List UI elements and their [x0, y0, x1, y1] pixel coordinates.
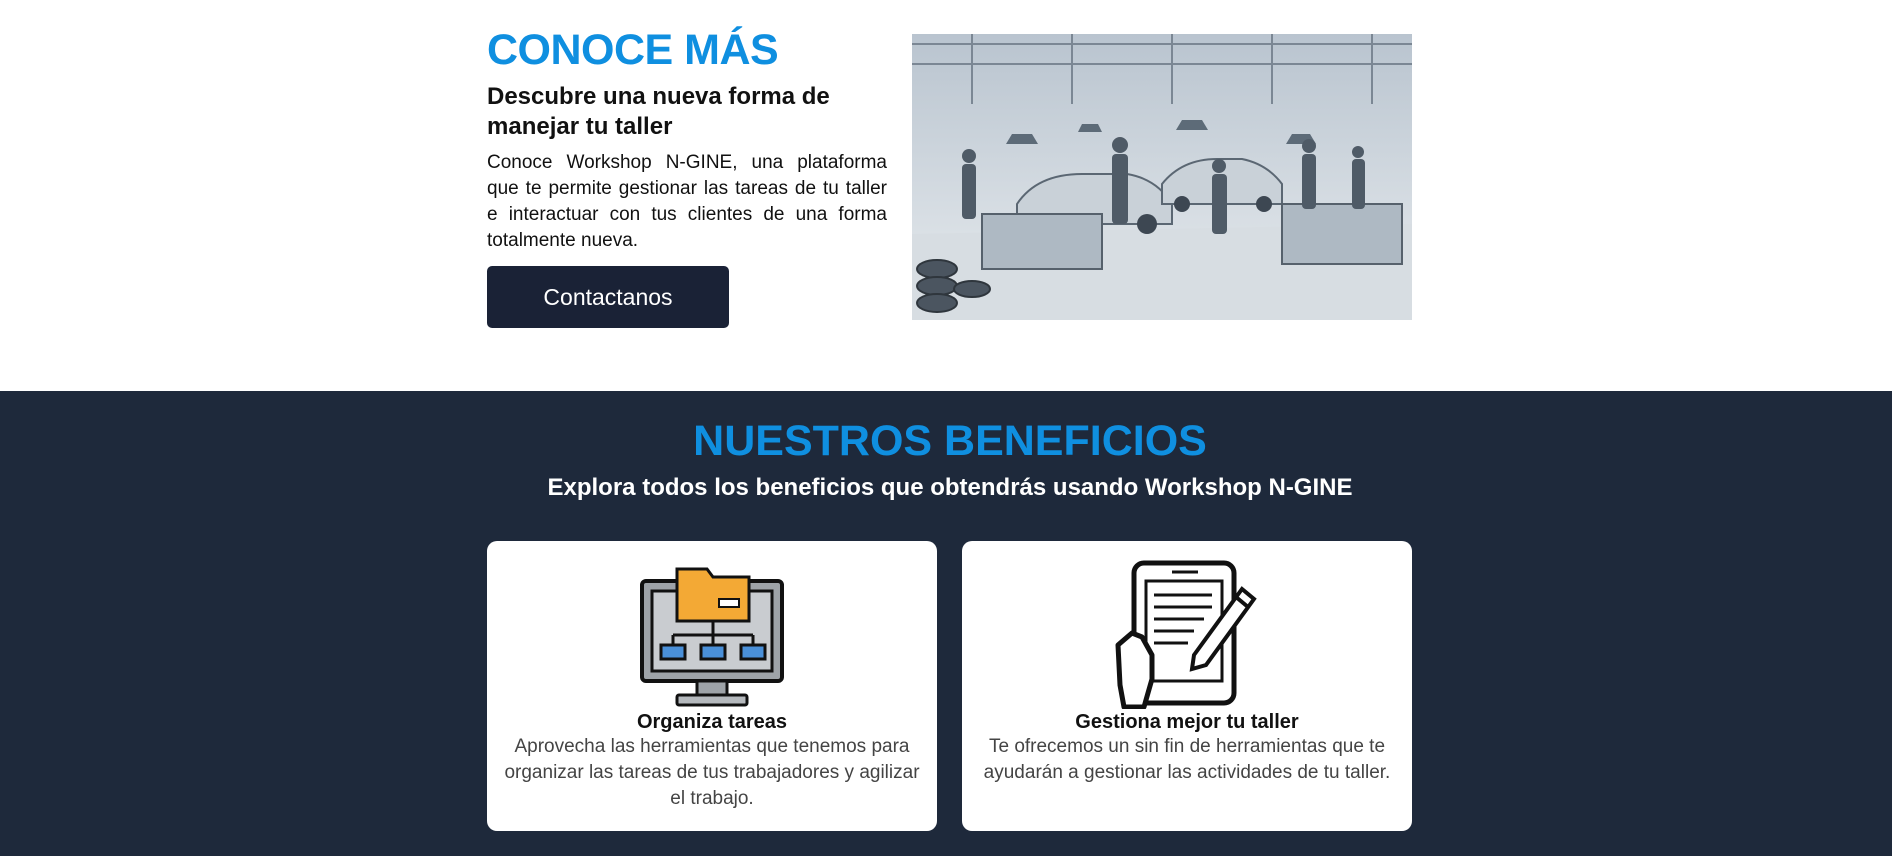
benefits-subtitle: Explora todos los beneficios que obtendr… [547, 474, 1353, 501]
folder-network-monitor-icon [637, 559, 787, 709]
benefit-card-manage: Gestiona mejor tu taller Te ofrecemos un… [962, 541, 1412, 831]
benefit-title: Gestiona mejor tu taller [1075, 711, 1299, 733]
benefit-title: Organiza tareas [636, 711, 788, 733]
workshop-illustration [912, 34, 1412, 320]
about-description: Conoce Workshop N-GINE, una plataforma q… [487, 152, 887, 251]
benefit-card-organize: Organiza tareas Aprovecha las herramient… [487, 541, 937, 831]
about-text-block: CONOCE MÁS Descubre una nueva forma de m… [487, 24, 887, 254]
tablet-pen-icon [1112, 559, 1262, 710]
about-title: CONOCE MÁS [487, 26, 779, 74]
about-section: CONOCE MÁS Descubre una nueva forma de m… [0, 0, 1892, 391]
benefit-text: Aprovecha las herramientas que tenemos p… [504, 736, 920, 809]
benefit-text: Te ofrecemos un sin fin de herramientas … [983, 736, 1391, 783]
benefits-title: NUESTROS BENEFICIOS [693, 417, 1207, 465]
about-subtitle: Descubre una nueva forma de manejar tu t… [487, 83, 830, 140]
contact-button[interactable]: Contactanos [487, 266, 729, 328]
benefits-section: NUESTROS BENEFICIOS Explora todos los be… [0, 391, 1892, 856]
